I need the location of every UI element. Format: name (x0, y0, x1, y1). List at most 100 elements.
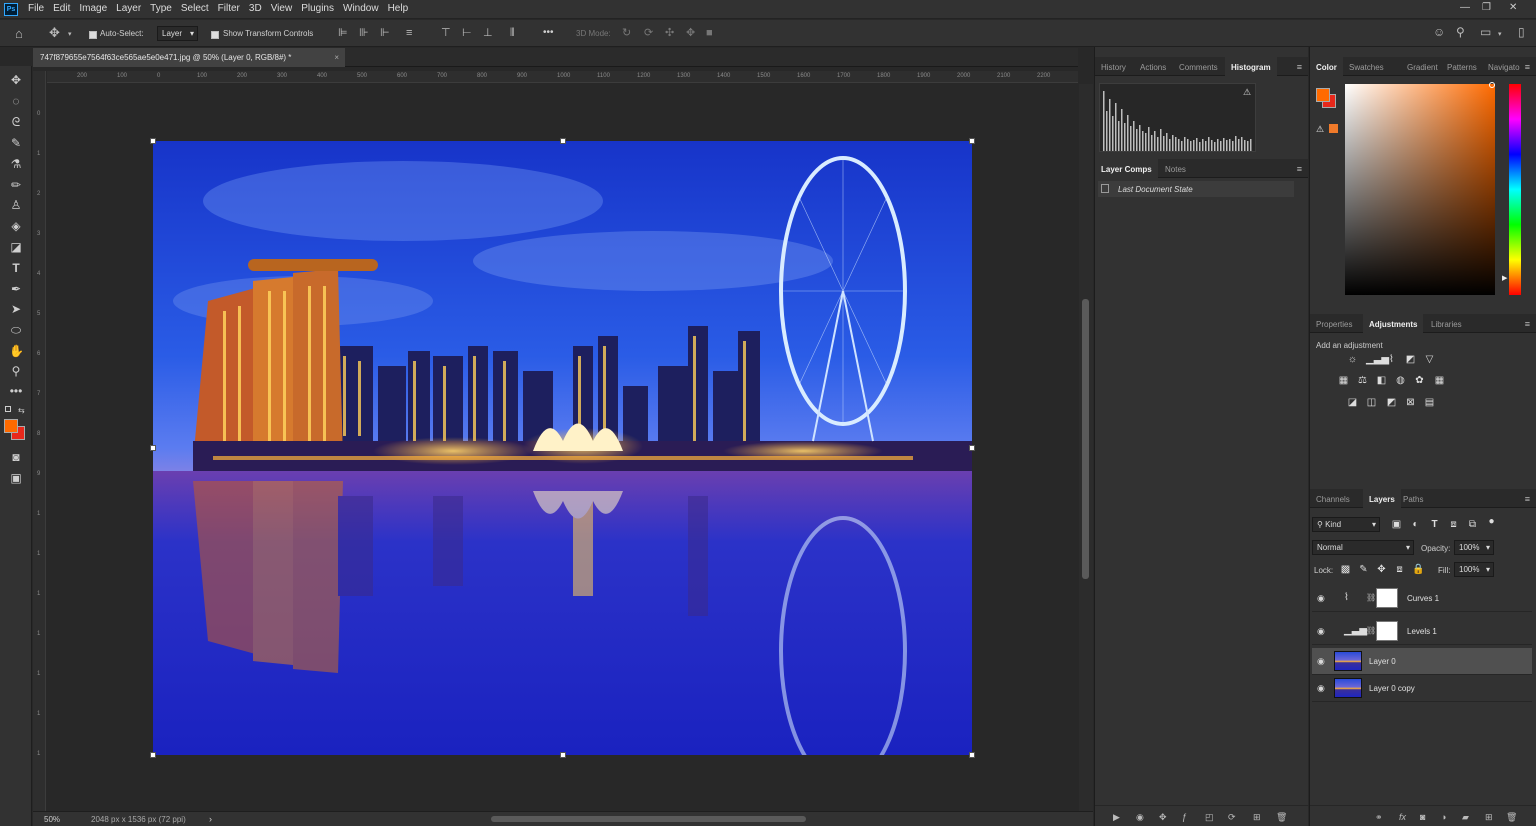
menu-select[interactable]: Select (181, 3, 209, 14)
zoom-tool-icon[interactable]: ⚲ (9, 364, 23, 378)
black-white-icon[interactable]: ◧ (1376, 375, 1387, 386)
transform-handle[interactable] (150, 138, 156, 144)
gamut-warning-icon[interactable]: ⚠ (1316, 124, 1324, 135)
close-icon[interactable]: ✕ (1509, 2, 1517, 13)
distribute-v-icon[interactable]: ⫴ (510, 28, 515, 39)
visibility-eye-icon[interactable]: ◉ (1317, 593, 1325, 604)
marquee-tool-icon[interactable]: ◌ (9, 94, 23, 108)
gamut-color-swatch[interactable] (1329, 124, 1338, 133)
visibility-eye-icon[interactable]: ◉ (1317, 626, 1325, 637)
panel-menu-icon[interactable]: ≡ (1525, 494, 1530, 504)
chevron-down-icon[interactable]: ▾ (68, 29, 72, 40)
channel-mixer-icon[interactable]: ✿ (1414, 375, 1425, 386)
align-top-icon[interactable]: ⊤ (441, 28, 451, 39)
more-options-button[interactable]: ••• (543, 27, 554, 38)
menu-type[interactable]: Type (150, 3, 172, 14)
foreground-color-swatch[interactable] (4, 419, 18, 433)
layer-name[interactable]: Levels 1 (1407, 627, 1437, 636)
lock-transparent-icon[interactable]: ▩ (1340, 564, 1351, 575)
distribute-icon[interactable]: ≡ (406, 28, 412, 39)
menu-filter[interactable]: Filter (218, 3, 240, 14)
mask-link-icon[interactable]: ⛓ (1366, 626, 1376, 635)
share-icon[interactable]: ☺ (1433, 26, 1445, 38)
gradient-tool-icon[interactable]: ◪ (9, 240, 23, 254)
transform-handle[interactable] (969, 752, 975, 758)
align-middle-icon[interactable]: ⊢ (462, 28, 472, 39)
slide-3d-icon[interactable]: ✥ (686, 28, 695, 39)
trash-icon[interactable]: 🗑 (1506, 812, 1517, 823)
minimize-icon[interactable]: — (1460, 2, 1470, 13)
layer-row[interactable]: ◉ ▁▃▅ ⛓ Levels 1 (1312, 618, 1532, 645)
update-position-icon[interactable]: ✥ (1159, 812, 1167, 823)
layer-name[interactable]: Layer 0 (1369, 657, 1396, 666)
filter-type-icon[interactable]: T (1429, 519, 1440, 530)
transform-handle[interactable] (150, 445, 156, 451)
close-tab-icon[interactable]: × (334, 53, 339, 62)
refresh-icon[interactable]: ⟳ (1228, 812, 1236, 823)
panel-toggle-icon[interactable]: ▯ (1518, 26, 1525, 38)
default-colors-icon[interactable] (5, 406, 11, 412)
menu-help[interactable]: Help (388, 3, 409, 14)
trash-icon[interactable]: 🗑 (1276, 812, 1287, 823)
tab-color[interactable]: Color (1310, 57, 1343, 76)
update-comp-icon[interactable]: ◰ (1205, 812, 1214, 823)
stamp-tool-icon[interactable]: ♙ (9, 198, 23, 212)
path-select-tool-icon[interactable]: ➤ (9, 302, 23, 316)
photo-filter-icon[interactable]: ◍ (1395, 375, 1406, 386)
document-image[interactable] (153, 141, 972, 755)
link-layers-icon[interactable]: ⚭ (1375, 812, 1383, 823)
posterize-icon[interactable]: ◫ (1366, 397, 1377, 408)
align-right-icon[interactable]: ⊩ (380, 28, 390, 39)
filter-toggle-icon[interactable]: ● (1486, 516, 1497, 527)
restore-icon[interactable]: ❐ (1482, 2, 1491, 13)
transform-handle[interactable] (150, 752, 156, 758)
hue-slider-thumb[interactable]: ▶ (1502, 274, 1507, 282)
type-tool-icon[interactable]: T (9, 261, 23, 275)
transform-handle[interactable] (560, 138, 566, 144)
roll-3d-icon[interactable]: ⟳ (644, 28, 653, 39)
menu-plugins[interactable]: Plugins (301, 3, 334, 14)
edit-toolbar-icon[interactable]: ••• (9, 384, 23, 398)
tab-histogram[interactable]: Histogram (1225, 57, 1277, 76)
auto-select-checkbox[interactable] (89, 29, 97, 39)
threshold-icon[interactable]: ◩ (1386, 397, 1397, 408)
visibility-eye-icon[interactable]: ◉ (1317, 656, 1325, 667)
layer-mask-thumbnail[interactable] (1376, 588, 1398, 608)
apply-previous-icon[interactable]: ▶ (1113, 812, 1120, 823)
fill-input[interactable]: 100% ▾ (1454, 562, 1494, 577)
selective-color-icon[interactable]: ⊠ (1405, 397, 1416, 408)
tab-patterns[interactable]: Patterns (1441, 57, 1483, 76)
layer-row[interactable]: ◉ Layer 0 (1312, 648, 1532, 675)
tab-layers[interactable]: Layers (1363, 489, 1401, 508)
lock-pixels-icon[interactable]: ✎ (1358, 564, 1369, 575)
update-style-icon[interactable]: ƒ (1182, 812, 1187, 823)
new-comp-icon[interactable]: ⊞ (1253, 812, 1261, 823)
blend-mode-dropdown[interactable]: Normal ▾ (1312, 540, 1414, 555)
layer-thumbnail[interactable] (1334, 651, 1362, 671)
add-mask-icon[interactable]: ◙ (1420, 812, 1425, 823)
layer-mask-thumbnail[interactable] (1376, 621, 1398, 641)
exposure-icon[interactable]: ◩ (1405, 354, 1416, 365)
document-tab[interactable]: 747f879655e7564f63ce565ae5e0e471.jpg @ 5… (33, 48, 345, 67)
layer-thumbnail[interactable] (1334, 678, 1362, 698)
color-lookup-icon[interactable]: ▦ (1434, 375, 1445, 386)
quick-mask-icon[interactable]: ◙ (9, 450, 23, 464)
hand-tool-icon[interactable]: ✋ (9, 344, 24, 358)
tab-channels[interactable]: Channels (1310, 489, 1356, 508)
panel-menu-icon[interactable]: ≡ (1525, 62, 1530, 72)
curves-icon[interactable]: ⌇ (1386, 354, 1397, 365)
tab-navigator[interactable]: Navigato (1482, 57, 1526, 76)
shape-tool-icon[interactable]: ⬭ (9, 323, 23, 337)
menu-layer[interactable]: Layer (116, 3, 141, 14)
new-layer-icon[interactable]: ⊞ (1485, 812, 1493, 823)
hue-saturation-icon[interactable]: ▦ (1338, 375, 1349, 386)
menu-3d[interactable]: 3D (249, 3, 262, 14)
lock-position-icon[interactable]: ✥ (1376, 564, 1387, 575)
layer-filter-dropdown[interactable]: ⚲ Kind ▾ (1312, 517, 1380, 532)
opacity-input[interactable]: 100% ▾ (1454, 540, 1494, 555)
gradient-map-icon[interactable]: ▤ (1424, 397, 1435, 408)
tab-properties[interactable]: Properties (1310, 314, 1358, 333)
layer-comp-row[interactable]: Last Document State (1098, 181, 1294, 197)
quick-select-tool-icon[interactable]: ✎ (9, 136, 23, 150)
transform-controls-checkbox[interactable] (211, 29, 219, 39)
